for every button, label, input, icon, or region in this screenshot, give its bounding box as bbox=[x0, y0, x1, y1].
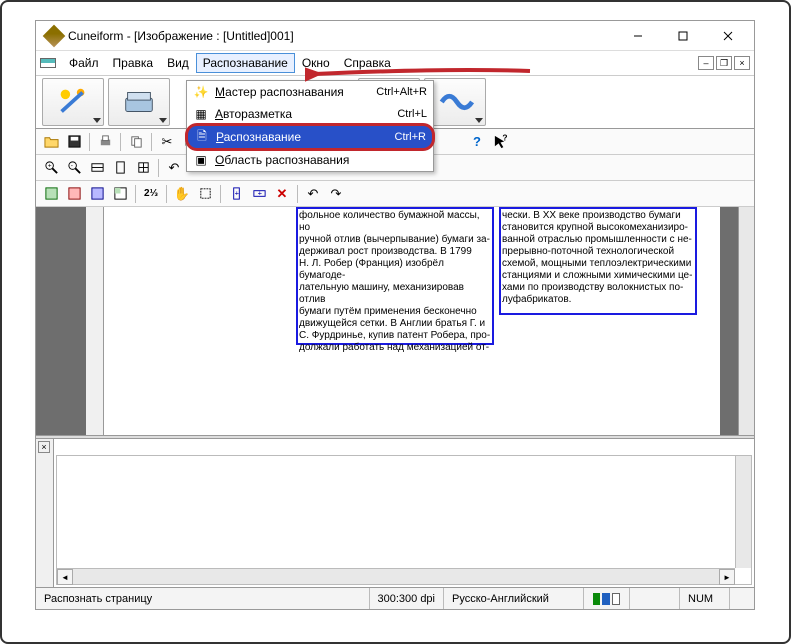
menu-item-wizard[interactable]: ✨ Мастер распознавания Ctrl+Alt+R bbox=[187, 81, 433, 103]
svg-text:-: - bbox=[70, 163, 72, 170]
menu-recognize[interactable]: Распознавание bbox=[196, 53, 295, 73]
scrollbar-vertical[interactable] bbox=[738, 207, 754, 435]
text-block-1[interactable]: фольное количество бумажной массы, но ру… bbox=[296, 207, 494, 345]
rotate-left-icon[interactable]: ↶ bbox=[163, 157, 185, 179]
text-block-2[interactable]: чески. В XX веке производство бумаги ста… bbox=[499, 207, 697, 315]
window-title: Cuneiform - [Изображение : [Untitled]001… bbox=[68, 29, 615, 43]
mdi-restore[interactable]: ❐ bbox=[716, 56, 732, 70]
help-icon[interactable]: ? bbox=[489, 131, 511, 153]
status-dpi: 300:300 dpi bbox=[370, 588, 445, 609]
menu-edit[interactable]: Правка bbox=[106, 53, 161, 73]
fit-both-icon[interactable] bbox=[132, 157, 154, 179]
mdi-close[interactable]: × bbox=[734, 56, 750, 70]
menu-file[interactable]: Файл bbox=[62, 53, 106, 73]
del-block-icon[interactable]: ✕ bbox=[271, 183, 293, 205]
menu-item-area[interactable]: ▣ Область распознавания bbox=[187, 149, 433, 171]
open-icon[interactable] bbox=[40, 131, 62, 153]
document-area: фольное количество бумажной массы, но ру… bbox=[36, 207, 754, 435]
fit-width-icon[interactable] bbox=[86, 157, 108, 179]
svg-text:?: ? bbox=[502, 134, 507, 143]
svg-text:+: + bbox=[47, 163, 51, 170]
status-lang: Русско-Английский bbox=[444, 588, 584, 609]
block-image-icon[interactable] bbox=[63, 183, 85, 205]
close-button[interactable] bbox=[705, 22, 750, 50]
statusbar: Распознать страницу 300:300 dpi Русско-А… bbox=[36, 587, 754, 609]
result-pane: × ◄► bbox=[36, 439, 754, 587]
status-num: NUM bbox=[680, 588, 730, 609]
fit-page-icon[interactable] bbox=[109, 157, 131, 179]
maximize-button[interactable] bbox=[660, 22, 705, 50]
block-table-icon[interactable] bbox=[86, 183, 108, 205]
block-mixed-icon[interactable] bbox=[109, 183, 131, 205]
select-icon[interactable] bbox=[194, 183, 216, 205]
menu-window[interactable]: Окно bbox=[295, 53, 337, 73]
result-content[interactable]: ◄► bbox=[56, 455, 752, 585]
document-page[interactable]: фольное количество бумажной массы, но ру… bbox=[104, 207, 720, 435]
wizard-button[interactable] bbox=[42, 78, 104, 126]
menu-view[interactable]: Вид bbox=[160, 53, 196, 73]
numbers-icon[interactable]: 2⅓ bbox=[140, 183, 162, 205]
scrollbar-horizontal[interactable]: ◄► bbox=[57, 568, 735, 584]
scanner-button[interactable] bbox=[108, 78, 170, 126]
wand-icon: ✨ bbox=[193, 84, 209, 100]
copy-icon[interactable] bbox=[125, 131, 147, 153]
zoom-out-icon[interactable]: - bbox=[63, 157, 85, 179]
about-icon[interactable]: ? bbox=[466, 131, 488, 153]
status-hint: Распознать страницу bbox=[36, 588, 370, 609]
svg-text:+: + bbox=[234, 188, 239, 197]
menu-help[interactable]: Справка bbox=[337, 53, 398, 73]
ruler-vertical bbox=[86, 207, 104, 435]
menu-item-recognize[interactable]: 🗎 Распознавание Ctrl+R bbox=[185, 123, 435, 151]
mdi-minimize[interactable]: – bbox=[698, 56, 714, 70]
app-icon bbox=[43, 24, 66, 47]
add-vblock-icon[interactable]: + bbox=[225, 183, 247, 205]
area-icon: ▣ bbox=[193, 152, 209, 168]
svg-text:+: + bbox=[257, 188, 262, 197]
redo-icon[interactable]: ↷ bbox=[325, 183, 347, 205]
titlebar[interactable]: Cuneiform - [Изображение : [Untitled]001… bbox=[36, 21, 754, 51]
layout-icon: ▦ bbox=[193, 106, 209, 122]
pane-close-icon[interactable]: × bbox=[38, 441, 50, 453]
scrollbar-vertical-2[interactable] bbox=[735, 456, 751, 568]
undo-icon[interactable]: ↶ bbox=[302, 183, 324, 205]
hand-icon[interactable]: ✋ bbox=[171, 183, 193, 205]
status-icons bbox=[584, 588, 630, 609]
menubar: Файл Правка Вид Распознавание Окно Справ… bbox=[36, 51, 754, 75]
block-text-icon[interactable] bbox=[40, 183, 62, 205]
add-hblock-icon[interactable]: + bbox=[248, 183, 270, 205]
minimize-button[interactable] bbox=[615, 22, 660, 50]
ocr-icon: 🗎 bbox=[194, 129, 210, 145]
zoom-in-icon[interactable]: + bbox=[40, 157, 62, 179]
print-icon[interactable] bbox=[94, 131, 116, 153]
cut-icon[interactable]: ✂ bbox=[156, 131, 178, 153]
menu-item-autolayout[interactable]: ▦ Авторазметка Ctrl+L bbox=[187, 103, 433, 125]
toolbar-blocks: 2⅓ ✋ + + ✕ ↶ ↷ bbox=[36, 181, 754, 207]
recognize-dropdown: ✨ Мастер распознавания Ctrl+Alt+R ▦ Авто… bbox=[186, 80, 434, 172]
ruler-vertical-2 bbox=[36, 439, 54, 587]
save-icon[interactable] bbox=[63, 131, 85, 153]
mdi-icon bbox=[40, 58, 56, 68]
